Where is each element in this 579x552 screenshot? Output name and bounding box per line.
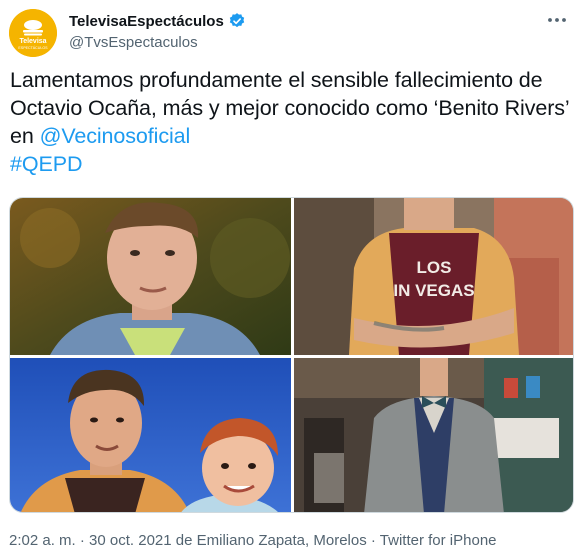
avatar-logo-text: Televisa — [19, 38, 46, 45]
author-name-row: TelevisaEspectáculos — [69, 12, 246, 30]
tweet-source[interactable]: Twitter for iPhone — [380, 532, 497, 549]
photo-3[interactable] — [10, 358, 291, 512]
photo-4[interactable] — [294, 358, 573, 512]
separator-dot: · — [75, 532, 90, 549]
hashtag-link[interactable]: #QEPD — [10, 152, 82, 176]
photo-2[interactable]: LOS IN VEGAS — [294, 198, 573, 355]
display-name[interactable]: TelevisaEspectáculos — [69, 13, 224, 30]
tweet-time[interactable]: 2:02 a. m. — [9, 532, 76, 549]
separator-dot: · — [366, 532, 380, 549]
tweet-date-location[interactable]: 30 oct. 2021 de Emiliano Zapata, Morelos — [89, 532, 367, 549]
mention-link[interactable]: @Vecinosoficial — [40, 124, 191, 148]
verified-badge-icon — [229, 13, 245, 28]
shirt-text-line2: IN VEGAS — [393, 281, 474, 300]
media-grid: LOS IN VEGAS — [9, 197, 574, 513]
tweet-metadata: 2:02 a. m. · 30 oct. 2021 de Emiliano Za… — [9, 532, 497, 549]
author-handle[interactable]: @TvsEspectaculos — [69, 34, 198, 51]
avatar-logo-subtext: ESPECTÁCULOS — [18, 46, 48, 50]
televisa-logo-icon: Televisa ESPECTÁCULOS — [9, 9, 57, 57]
shirt-text-line1: LOS — [417, 258, 452, 277]
more-options-icon[interactable] — [545, 10, 569, 30]
photo-1[interactable] — [10, 198, 291, 355]
tweet-card: Televisa ESPECTÁCULOS TelevisaEspectácul… — [0, 0, 579, 552]
avatar[interactable]: Televisa ESPECTÁCULOS — [9, 9, 57, 57]
tweet-text: Lamentamos profundamente el sensible fal… — [10, 66, 570, 178]
